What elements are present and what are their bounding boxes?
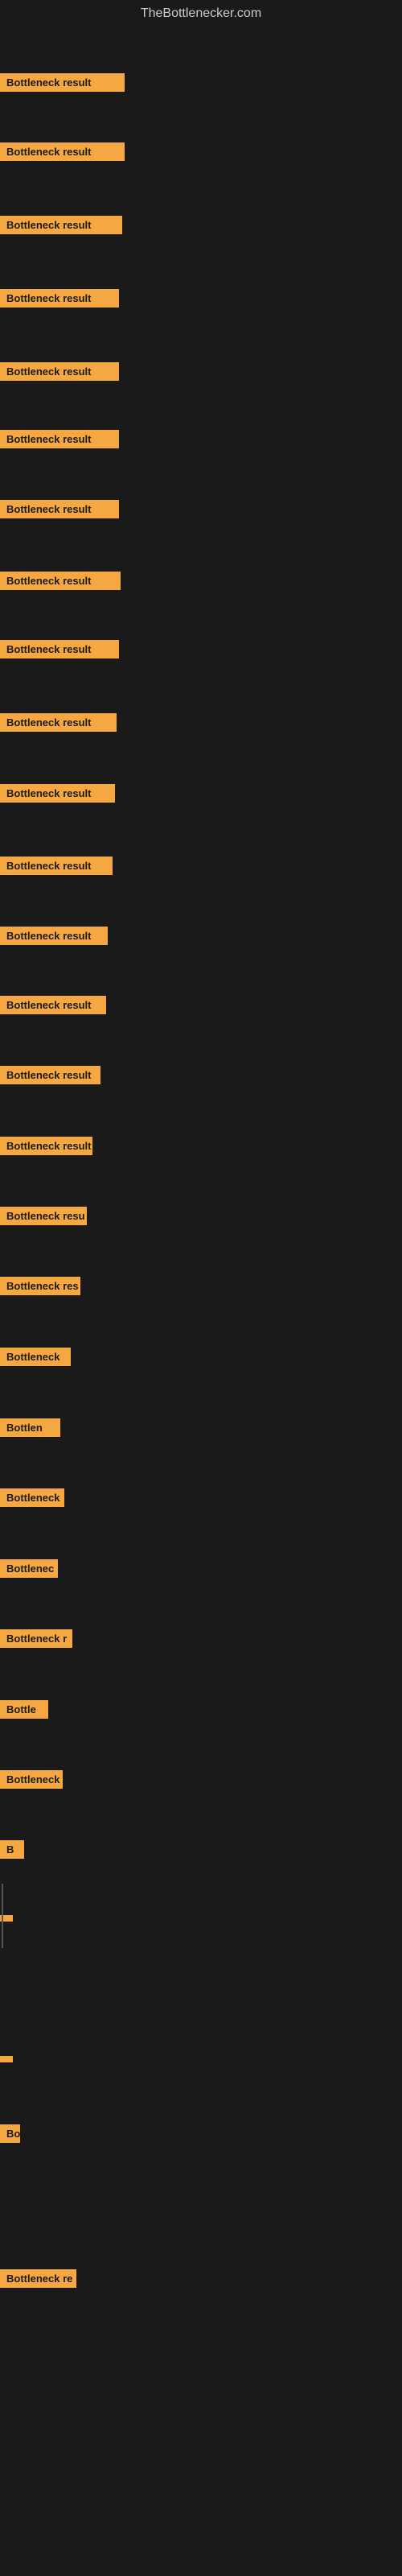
- bottleneck-item-19: Bottleneck: [0, 1348, 71, 1370]
- bottleneck-label-20[interactable]: Bottlen: [0, 1418, 60, 1437]
- bottleneck-label-21[interactable]: Bottleneck: [0, 1488, 64, 1507]
- bottleneck-label-4[interactable]: Bottleneck result: [0, 289, 119, 308]
- bottleneck-label-12[interactable]: Bottleneck result: [0, 857, 113, 875]
- bottleneck-label-11[interactable]: Bottleneck result: [0, 784, 115, 803]
- bottleneck-item-10: Bottleneck result: [0, 713, 117, 736]
- bottleneck-label-17[interactable]: Bottleneck resu: [0, 1207, 87, 1225]
- bottleneck-item-24: Bottle: [0, 1700, 48, 1723]
- bottleneck-label-19[interactable]: Bottleneck: [0, 1348, 71, 1366]
- bottleneck-item-25: Bottleneck: [0, 1770, 63, 1793]
- bottleneck-label-5[interactable]: Bottleneck result: [0, 362, 119, 381]
- bottleneck-label-25[interactable]: Bottleneck: [0, 1770, 63, 1789]
- bottleneck-item-15: Bottleneck result: [0, 1066, 100, 1088]
- bottleneck-label-24[interactable]: Bottle: [0, 1700, 48, 1719]
- bottleneck-item-8: Bottleneck result: [0, 572, 121, 594]
- bottleneck-item-17: Bottleneck resu: [0, 1207, 87, 1229]
- bottleneck-label-16[interactable]: Bottleneck result: [0, 1137, 92, 1155]
- bottleneck-label-7[interactable]: Bottleneck result: [0, 500, 119, 518]
- bottleneck-label-15[interactable]: Bottleneck result: [0, 1066, 100, 1084]
- bottleneck-item-21: Bottleneck: [0, 1488, 64, 1511]
- bottleneck-item-2: Bottleneck result: [0, 142, 125, 165]
- bottleneck-item-20: Bottlen: [0, 1418, 60, 1441]
- bottleneck-label-2[interactable]: Bottleneck result: [0, 142, 125, 161]
- bottleneck-label-1[interactable]: Bottleneck result: [0, 73, 125, 92]
- bottleneck-label-29[interactable]: Bo: [0, 2124, 20, 2143]
- bottleneck-label-8[interactable]: Bottleneck result: [0, 572, 121, 590]
- bottleneck-item-6: Bottleneck result: [0, 430, 119, 452]
- bottleneck-label-14[interactable]: Bottleneck result: [0, 996, 106, 1014]
- bottleneck-label-3[interactable]: Bottleneck result: [0, 216, 122, 234]
- bottleneck-item-11: Bottleneck result: [0, 784, 115, 807]
- bottleneck-item-22: Bottlenec: [0, 1559, 58, 1582]
- bottleneck-label-26[interactable]: B: [0, 1840, 24, 1859]
- bottleneck-item-23: Bottleneck r: [0, 1629, 72, 1652]
- bottleneck-label-13[interactable]: Bottleneck result: [0, 927, 108, 945]
- site-title: TheBottlenecker.com: [0, 0, 402, 27]
- bottleneck-item-9: Bottleneck result: [0, 640, 119, 663]
- bottleneck-label-10[interactable]: Bottleneck result: [0, 713, 117, 732]
- bottleneck-item-18: Bottleneck res: [0, 1277, 80, 1299]
- bottleneck-label-9[interactable]: Bottleneck result: [0, 640, 119, 658]
- bottleneck-item-7: Bottleneck result: [0, 500, 119, 522]
- bottleneck-item-30: Bottleneck re: [0, 2269, 76, 2292]
- bottleneck-item-16: Bottleneck result: [0, 1137, 92, 1159]
- bottleneck-item-12: Bottleneck result: [0, 857, 113, 879]
- bottleneck-item-28: [0, 2052, 13, 2066]
- bottleneck-label-28[interactable]: [0, 2056, 13, 2062]
- bottleneck-item-14: Bottleneck result: [0, 996, 106, 1018]
- bottleneck-item-3: Bottleneck result: [0, 216, 122, 238]
- bottleneck-item-5: Bottleneck result: [0, 362, 119, 385]
- bottleneck-label-22[interactable]: Bottlenec: [0, 1559, 58, 1578]
- bottleneck-item-13: Bottleneck result: [0, 927, 108, 949]
- bottleneck-label-18[interactable]: Bottleneck res: [0, 1277, 80, 1295]
- bottleneck-label-23[interactable]: Bottleneck r: [0, 1629, 72, 1648]
- bottleneck-item-1: Bottleneck result: [0, 73, 125, 96]
- bottleneck-item-29: Bo: [0, 2124, 20, 2147]
- bottleneck-item-4: Bottleneck result: [0, 289, 119, 312]
- bottleneck-item-26: B: [0, 1840, 24, 1863]
- bottleneck-label-30[interactable]: Bottleneck re: [0, 2269, 76, 2288]
- bottleneck-label-6[interactable]: Bottleneck result: [0, 430, 119, 448]
